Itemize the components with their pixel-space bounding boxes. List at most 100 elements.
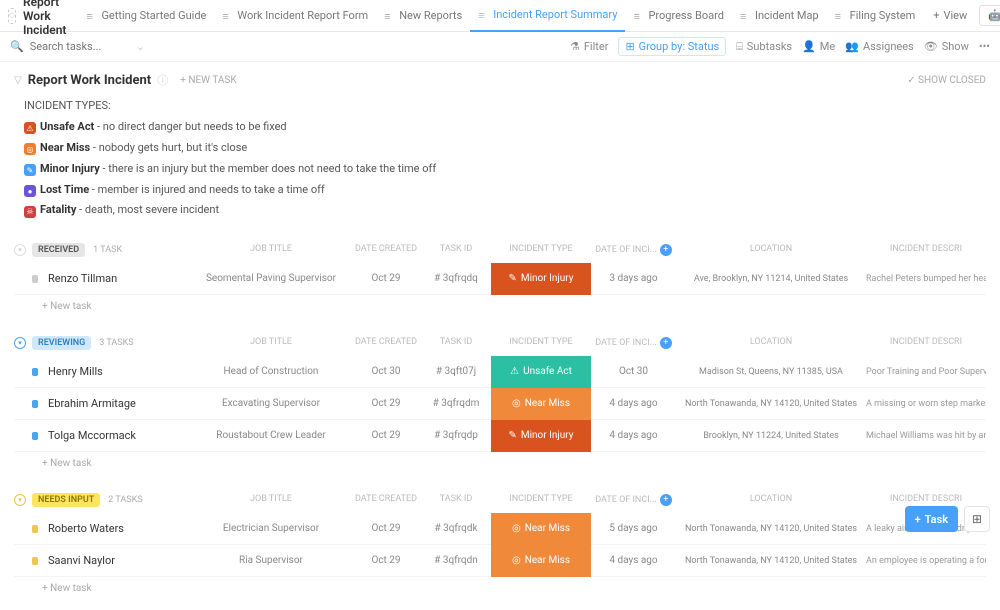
col-header[interactable]: DATE OF INCI...+ (591, 244, 676, 256)
show-button[interactable]: 👁Show (924, 40, 969, 53)
apps-fab[interactable]: ⊞ (964, 506, 990, 532)
cell-date-incident: 3 days ago (591, 273, 676, 284)
status-badge[interactable]: REVIEWING (32, 336, 91, 350)
task-name[interactable]: Henry Mills (48, 365, 191, 378)
collapse-group-icon[interactable]: ▾ (14, 244, 26, 256)
automate-button[interactable]: 🤖 Automate ⌄ (979, 5, 1000, 26)
status-square[interactable] (32, 432, 38, 440)
column-headers: JOB TITLEDATE CREATEDTASK IDINCIDENT TYP… (191, 244, 986, 256)
col-header[interactable]: LOCATION (676, 244, 866, 256)
col-header[interactable]: JOB TITLE (191, 337, 351, 349)
tab-incident-report-summary[interactable]: ≡Incident Report Summary (470, 0, 625, 32)
col-header[interactable]: INCIDENT DESCRI (866, 244, 986, 256)
col-header[interactable]: LOCATION (676, 494, 866, 506)
tabs-host: ≡Getting Started Guide≡Work Incident Rep… (78, 0, 923, 32)
collapse-group-icon[interactable]: ▾ (14, 337, 26, 349)
incident-type-badge[interactable]: ◎Near Miss (491, 513, 591, 545)
toolbar: 🔍 ⌄ ⚗Filter ⊞Group by: Status ⌸Subtasks … (0, 32, 1000, 62)
assignees-button[interactable]: 👥Assignees (845, 40, 914, 53)
col-header[interactable]: DATE CREATED (351, 494, 421, 506)
chevron-down-icon[interactable]: ⌄ (136, 40, 145, 53)
cell-job-title: Excavating Supervisor (191, 398, 351, 409)
col-header[interactable]: DATE OF INCI...+ (591, 337, 676, 349)
col-header[interactable]: TASK ID (421, 494, 491, 506)
task-row[interactable]: Ebrahim ArmitageExcavating SupervisorOct… (14, 388, 986, 420)
search-input[interactable] (30, 40, 130, 53)
task-name[interactable]: Ebrahim Armitage (48, 397, 191, 410)
me-button[interactable]: 👤Me (802, 40, 835, 53)
col-header[interactable]: LOCATION (676, 337, 866, 349)
task-name[interactable]: Saanvi Naylor (48, 554, 191, 567)
col-header[interactable]: INCIDENT DESCRI (866, 494, 986, 506)
cell-date-incident: Oct 30 (591, 366, 676, 377)
new-task-button[interactable]: + New task (14, 577, 986, 600)
info-icon[interactable]: ⓘ (157, 72, 168, 88)
status-badge[interactable]: NEEDS INPUT (32, 493, 100, 507)
col-header[interactable]: TASK ID (421, 244, 491, 256)
status-square[interactable] (32, 525, 38, 533)
col-header[interactable]: JOB TITLE (191, 244, 351, 256)
col-header[interactable]: INCIDENT DESCRI (866, 337, 986, 349)
col-header[interactable]: DATE OF INCI...+ (591, 494, 676, 506)
task-row[interactable]: Saanvi NaylorRia SupervisorOct 29# 3qfrq… (14, 545, 986, 577)
task-name[interactable]: Roberto Waters (48, 522, 191, 535)
tab-new-reports[interactable]: ≡New Reports (376, 0, 470, 32)
collapse-group-icon[interactable]: ▾ (14, 494, 26, 506)
status-square[interactable] (32, 400, 38, 408)
search-box[interactable]: 🔍 ⌄ (10, 40, 560, 53)
cell-date-incident: 4 days ago (591, 430, 676, 441)
task-row[interactable]: Henry MillsHead of ConstructionOct 30# 3… (14, 356, 986, 388)
tab-incident-map[interactable]: ≡Incident Map (732, 0, 827, 32)
new-task-header-button[interactable]: + NEW TASK (180, 75, 236, 86)
col-header[interactable]: JOB TITLE (191, 494, 351, 506)
collapse-icon[interactable]: ▽ (14, 75, 22, 86)
incident-icon: ✎ (508, 430, 516, 441)
view-icon: ≡ (835, 10, 846, 21)
col-header[interactable]: DATE CREATED (351, 337, 421, 349)
task-name[interactable]: Renzo Tillman (48, 272, 191, 285)
incident-type-badge[interactable]: ◎Near Miss (491, 545, 591, 577)
tab-work-incident-report-form[interactable]: ≡Work Incident Report Form (214, 0, 376, 32)
view-icon: ≡ (740, 10, 751, 21)
status-badge[interactable]: RECEIVED (32, 243, 85, 257)
task-row[interactable]: Roberto WatersElectrician SupervisorOct … (14, 513, 986, 545)
tab-filing-system[interactable]: ≡Filing System (827, 0, 924, 32)
incident-type-badge[interactable]: ◎Near Miss (491, 388, 591, 420)
more-icon[interactable]: ••• (979, 40, 990, 53)
col-header[interactable]: INCIDENT TYPE (491, 244, 591, 256)
status-square[interactable] (32, 368, 38, 376)
status-square[interactable] (32, 275, 38, 283)
col-header[interactable]: INCIDENT TYPE (491, 494, 591, 506)
group-received: ▾RECEIVED1 TASKJOB TITLEDATE CREATEDTASK… (14, 237, 986, 318)
group-by-button[interactable]: ⊞Group by: Status (618, 37, 726, 56)
add-column-icon[interactable]: + (660, 337, 672, 349)
type-nearmiss: ◎Near Miss - nobody gets hurt, but it's … (24, 138, 986, 159)
top-nav: ◌ Report Work Incident ≡Getting Started … (0, 0, 1000, 32)
lost-icon: ● (24, 185, 36, 197)
col-header[interactable]: INCIDENT TYPE (491, 337, 591, 349)
fatal-icon: ☠ (24, 206, 36, 218)
status-square[interactable] (32, 557, 38, 565)
new-task-button[interactable]: + New task (14, 452, 986, 475)
task-row[interactable]: Tolga MccormackRoustabout Crew LeaderOct… (14, 420, 986, 452)
add-column-icon[interactable]: + (660, 244, 672, 256)
nearmiss-icon: ◎ (24, 143, 36, 155)
col-header[interactable]: TASK ID (421, 337, 491, 349)
new-task-fab[interactable]: +Task (905, 506, 958, 532)
tab-getting-started-guide[interactable]: ≡Getting Started Guide (78, 0, 214, 32)
group-header: ▾NEEDS INPUT2 TASKSJOB TITLEDATE CREATED… (14, 487, 986, 513)
incident-type-badge[interactable]: ✎Minor Injury (491, 263, 591, 295)
add-view-button[interactable]: +View (925, 0, 975, 32)
show-closed-button[interactable]: ✓ SHOW CLOSED (907, 75, 986, 86)
incident-type-badge[interactable]: ⚠Unsafe Act (491, 356, 591, 388)
task-row[interactable]: Renzo TillmanSeomental Paving Supervisor… (14, 263, 986, 295)
tab-progress-board[interactable]: ≡Progress Board (625, 0, 732, 32)
type-fatal: ☠Fatality - death, most severe incident (24, 200, 986, 221)
subtasks-button[interactable]: ⌸Subtasks (736, 40, 792, 54)
new-task-button[interactable]: + New task (14, 295, 986, 318)
add-column-icon[interactable]: + (660, 494, 672, 506)
incident-type-badge[interactable]: ✎Minor Injury (491, 420, 591, 452)
filter-button[interactable]: ⚗Filter (570, 40, 608, 53)
task-name[interactable]: Tolga Mccormack (48, 429, 191, 442)
col-header[interactable]: DATE CREATED (351, 244, 421, 256)
